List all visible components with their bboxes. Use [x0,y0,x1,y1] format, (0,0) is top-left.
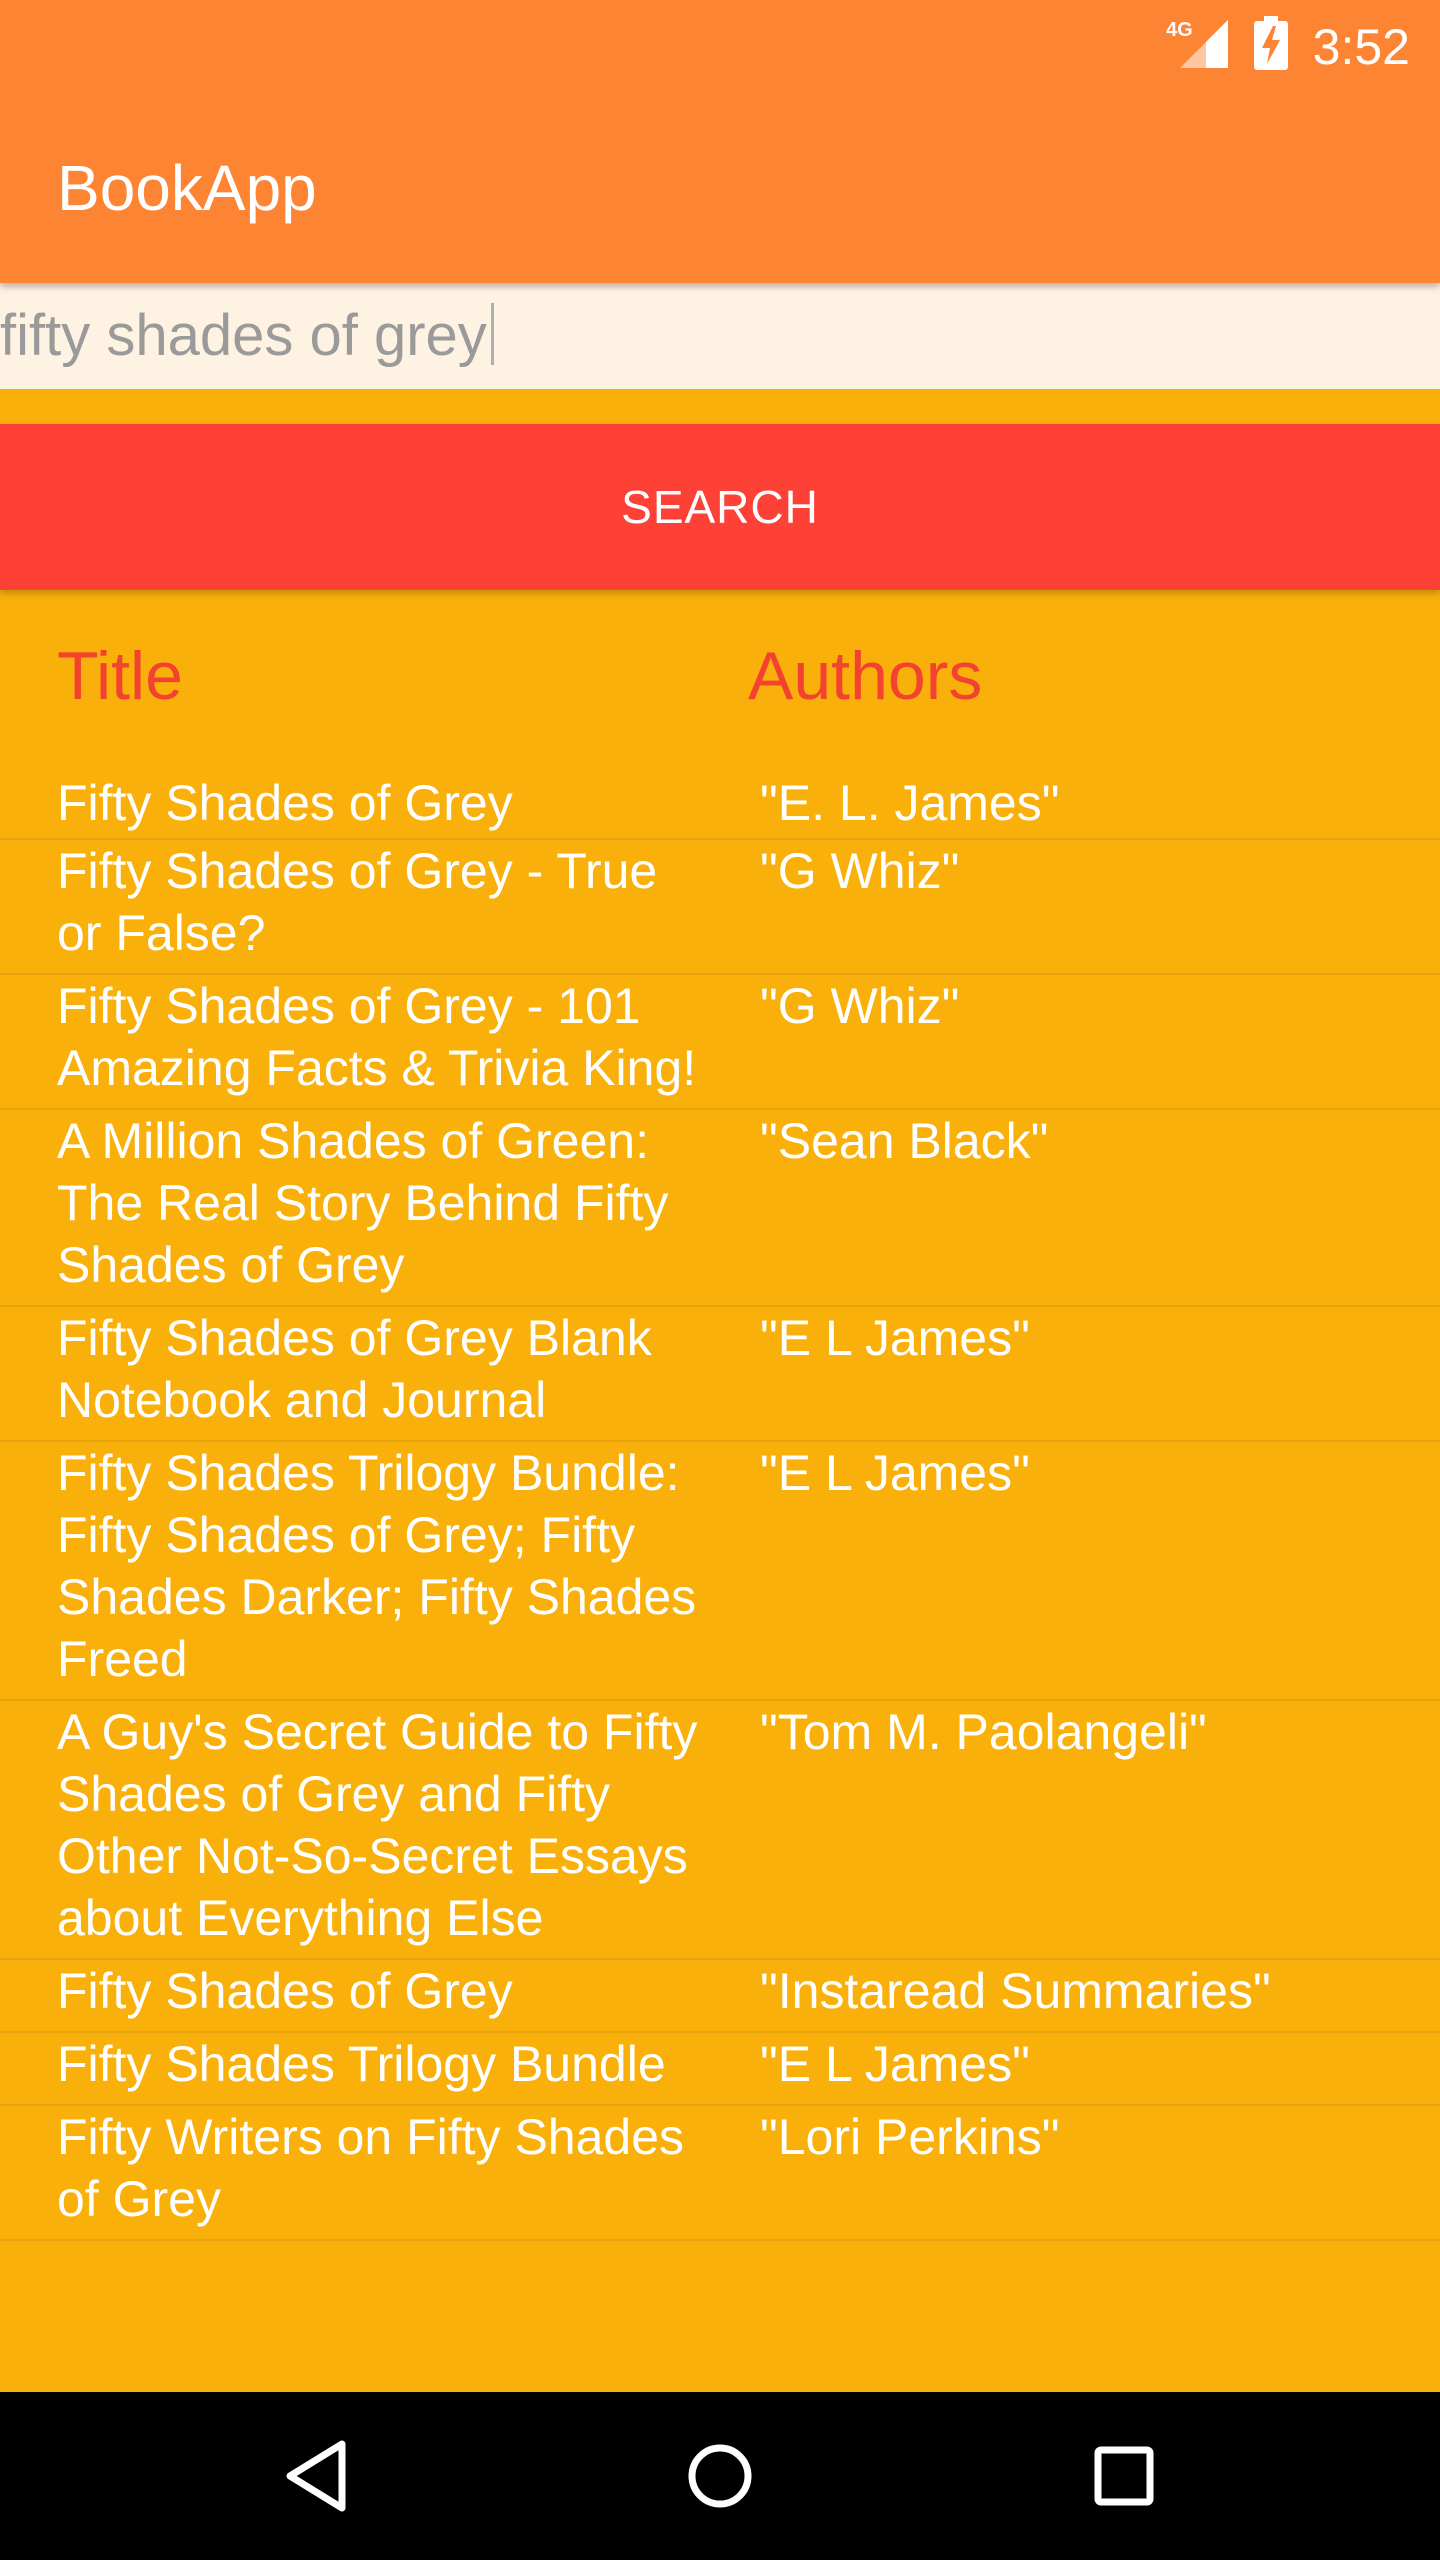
search-query-text: fifty shades of grey [0,303,487,368]
book-author: "Tom M. Paolangeli" [760,1704,1207,1760]
book-title: Fifty Shades of Grey - 101 Amazing Facts… [57,978,697,1096]
book-title: A Million Shades of Green: The Real Stor… [57,1113,669,1293]
book-title: Fifty Writers on Fifty Shades of Grey [57,2109,685,2227]
book-title: Fifty Shades Trilogy Bundle [57,2036,666,2092]
book-title: Fifty Shades of Grey [57,775,513,831]
battery-charging-icon [1254,16,1288,70]
search-button[interactable]: SEARCH [0,424,1440,590]
app-title: BookApp [57,152,317,224]
back-icon[interactable] [256,2416,376,2536]
book-title: Fifty Shades of Grey [57,1963,513,2019]
status-time: 3:52 [1312,19,1410,75]
book-author: "E L James" [760,1445,1030,1501]
book-title: A Guy's Secret Guide to Fifty Shades of … [57,1704,698,1946]
recents-icon[interactable] [1064,2416,1184,2536]
list-item[interactable]: A Guy's Secret Guide to Fifty Shades of … [0,1701,1440,1960]
search-input-value[interactable]: fifty shades of grey [0,300,494,372]
title-column-header: Title [57,638,183,714]
book-author: "Lori Perkins" [760,2109,1060,2165]
text-caret [490,303,494,365]
network-type-label: 4G [1166,19,1193,41]
list-item[interactable]: Fifty Shades of Grey "E. L. James" [0,772,1440,840]
list-item[interactable]: Fifty Shades of Grey "Instaread Summarie… [0,1960,1440,2033]
book-title: Fifty Shades Trilogy Bundle: Fifty Shade… [57,1445,697,1687]
list-item[interactable]: Fifty Shades of Grey - 101 Amazing Facts… [0,975,1440,1110]
list-item[interactable]: Fifty Shades of Grey Blank Notebook and … [0,1307,1440,1442]
list-item[interactable]: Fifty Shades Trilogy Bundle "E L James" [0,2033,1440,2106]
status-bar: 4G 3:52 [0,0,1440,96]
authors-column-header: Authors [748,638,983,714]
book-title: Fifty Shades of Grey - True or False? [57,843,658,961]
list-item[interactable]: Fifty Writers on Fifty Shades of Grey "L… [0,2106,1440,2241]
navigation-bar [0,2392,1440,2560]
app-bar: 4G 3:52 BookApp [0,0,1440,283]
book-title: Fifty Shades of Grey Blank Notebook and … [57,1310,652,1428]
list-item[interactable]: Fifty Shades of Grey - True or False? "G… [0,840,1440,975]
signal-4g-icon: 4G [1166,19,1228,68]
results-list: Fifty Shades of Grey "E. L. James" Fifty… [0,772,1440,2241]
list-item[interactable]: A Million Shades of Green: The Real Stor… [0,1110,1440,1307]
book-author: "Sean Black" [760,1113,1049,1169]
book-author: "G Whiz" [760,978,960,1034]
book-author: "Instaread Summaries" [760,1963,1271,2019]
book-author: "E. L. James" [760,775,1060,831]
book-author: "E L James" [760,1310,1030,1366]
home-icon[interactable] [660,2416,780,2536]
book-author: "G Whiz" [760,843,960,899]
list-item[interactable]: Fifty Shades Trilogy Bundle: Fifty Shade… [0,1442,1440,1701]
book-author: "E L James" [760,2036,1030,2092]
